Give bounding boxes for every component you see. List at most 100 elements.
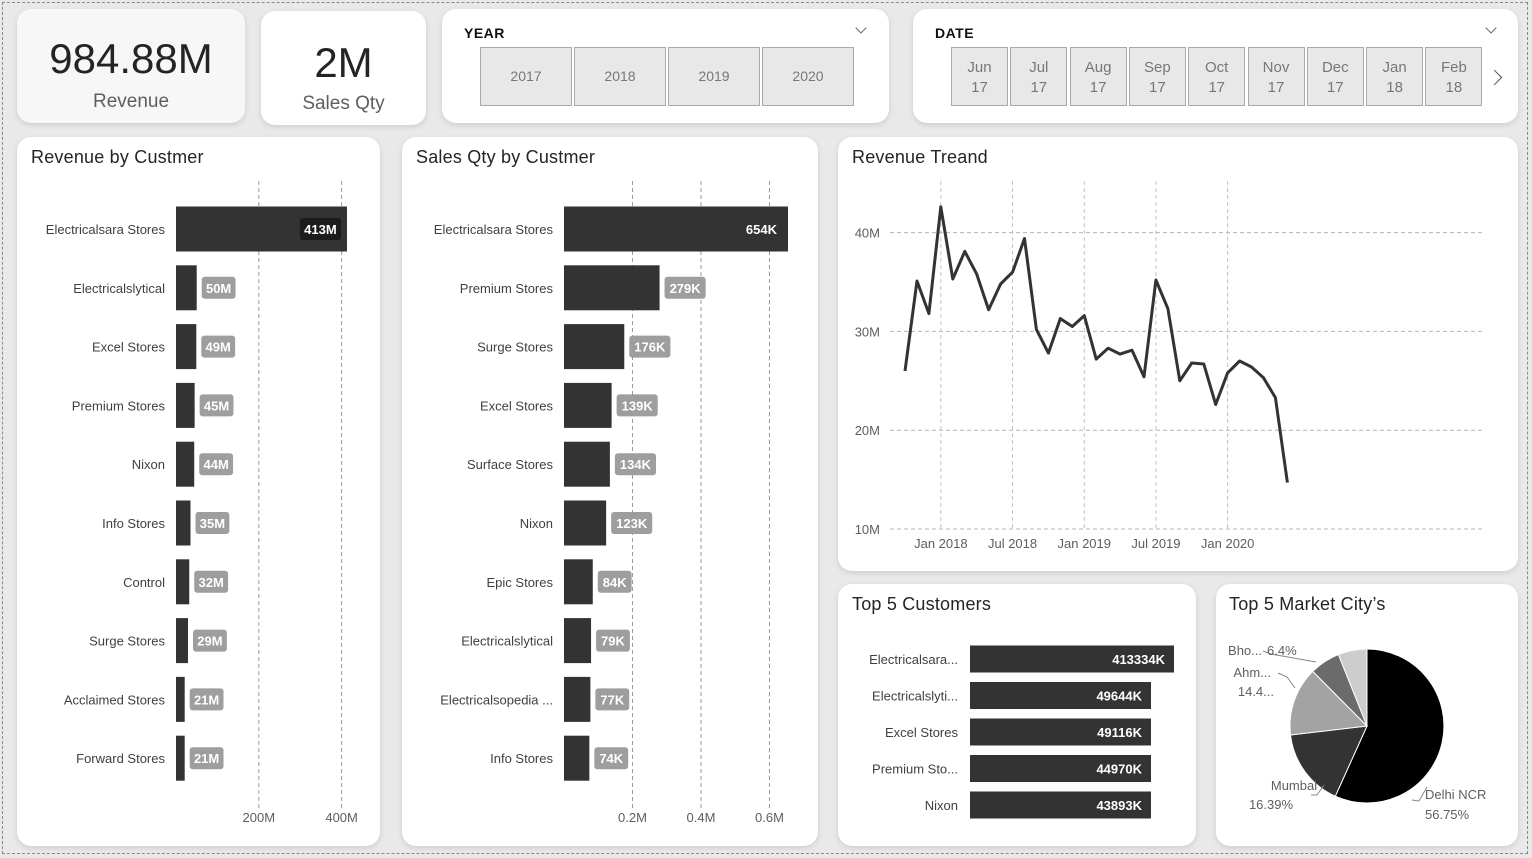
- year-option-2020[interactable]: 2020: [762, 47, 854, 106]
- x-tick-label: Jan 2020: [1201, 536, 1255, 551]
- date-slicer-title: DATE: [935, 25, 975, 41]
- y-tick-label: 10M: [855, 522, 880, 537]
- category-label: Nixon: [925, 798, 958, 813]
- date-option[interactable]: Jan 18: [1366, 47, 1424, 106]
- date-option[interactable]: Feb 18: [1425, 47, 1483, 106]
- year-slicer-title: YEAR: [464, 25, 505, 41]
- top5-customers-chart: Electricalsara... 413334K Electricalslyti.…: [869, 645, 1174, 819]
- data-label: 29M: [197, 634, 222, 649]
- x-tick-label: Jul 2019: [1131, 536, 1180, 551]
- bar: [564, 500, 607, 546]
- bar: [176, 559, 190, 605]
- date-option[interactable]: Sep 17: [1128, 47, 1186, 106]
- bar: [176, 618, 189, 664]
- x-tick-label: 200M: [243, 810, 276, 825]
- chevron-down-icon[interactable]: [1485, 22, 1497, 34]
- bar: [564, 265, 660, 311]
- date-option[interactable]: Dec 17: [1306, 47, 1364, 106]
- sales-qty-by-customer-card[interactable]: Sales Qty by Custmer 0.2M 0.4M 0.6M Electri…: [402, 137, 818, 846]
- top5-customers-card[interactable]: Top 5 Customers Electricalsara... 413334K…: [838, 584, 1196, 846]
- category-label: Info Stores: [490, 751, 553, 766]
- pie-label: 56.75%: [1425, 807, 1470, 822]
- year-option-2018[interactable]: 2018: [574, 47, 666, 106]
- date-option-year: 17: [1326, 79, 1344, 96]
- top5-market-city-card[interactable]: Top 5 Market City’s Delhi NCR 56.75% Mumba…: [1216, 584, 1518, 846]
- category-label: Electricalsara Stores: [434, 222, 554, 237]
- date-option[interactable]: Oct 17: [1188, 47, 1246, 106]
- kpi-revenue-value: 984.88M: [49, 35, 213, 82]
- category-label: Premium Stores: [72, 398, 166, 413]
- revenue-by-customer-chart: 200M 400M Electricalsara Stores 413M Electri…: [46, 181, 358, 825]
- pie-label: Mumbai: [1271, 778, 1317, 793]
- data-label: 45M: [204, 398, 229, 413]
- bar: [176, 500, 191, 546]
- revenue-trend-chart: 10M 20M 30M 40M Jan 2018 Jul 2018 Jan 2019 Jul …: [855, 181, 1483, 551]
- leader-line: [1277, 672, 1296, 689]
- date-option-year: 17: [971, 79, 988, 96]
- category-label: Nixon: [520, 516, 553, 531]
- category-label: Electricalsara Stores: [46, 222, 166, 237]
- date-option-year: 17: [1149, 79, 1166, 96]
- date-option[interactable]: Nov 17: [1247, 47, 1305, 106]
- data-label: 79K: [601, 634, 625, 649]
- bar: [564, 676, 591, 722]
- date-option-year: 17: [1030, 79, 1048, 96]
- bar: [176, 265, 197, 311]
- bar: [564, 735, 590, 781]
- category-label: Excel Stores: [885, 725, 958, 740]
- bar: [564, 382, 612, 428]
- date-option-month: Aug: [1084, 59, 1112, 76]
- date-option-month: Sep: [1144, 59, 1171, 76]
- data-label: 176K: [634, 340, 666, 355]
- bar: [176, 735, 185, 781]
- top5-market-city-chart: Delhi NCR 56.75% Mumbai 16.39% Ahm... 14.4...…: [1228, 643, 1486, 822]
- category-label: Electricalslytical: [461, 634, 553, 649]
- kpi-sales-qty-label: Sales Qty: [302, 93, 385, 114]
- y-tick-label: 40M: [855, 226, 880, 241]
- category-label: Premium Sto...: [872, 762, 958, 777]
- category-label: Acclaimed Stores: [64, 692, 166, 707]
- category-label: Excel Stores: [480, 398, 553, 413]
- x-tick-label: 400M: [325, 810, 358, 825]
- revenue-trend-card[interactable]: Revenue Treand 10M 20M 30M 40M Jan 2018 Jul 2…: [838, 137, 1518, 571]
- date-option-year: 18: [1386, 79, 1403, 96]
- x-tick-label: 0.6M: [755, 810, 784, 825]
- category-label: Surge Stores: [477, 340, 553, 355]
- date-option-month: Feb: [1440, 59, 1467, 76]
- bar: [564, 324, 625, 370]
- year-option-2017[interactable]: 2017: [480, 47, 572, 106]
- year-slicer[interactable]: YEAR 2017 2018 2019 2020: [442, 9, 889, 123]
- pie-label: 14.4...: [1238, 684, 1274, 699]
- data-label: 413M: [304, 222, 337, 237]
- pie-label: Bho...: [1228, 643, 1262, 658]
- y-tick-label: 30M: [855, 324, 880, 339]
- date-option[interactable]: Jun 17: [951, 47, 1008, 106]
- bar: [564, 441, 610, 487]
- date-option-year: 17: [1089, 79, 1107, 96]
- revenue-by-customer-card[interactable]: Revenue by Custmer 200M 400M Electricalsar…: [17, 137, 380, 846]
- kpi-card-revenue[interactable]: 984.88M Revenue: [17, 9, 245, 123]
- bar: [564, 559, 593, 605]
- data-label: 43893K: [1096, 798, 1142, 813]
- date-option-month: Dec: [1321, 59, 1349, 76]
- data-label: 123K: [616, 516, 648, 531]
- kpi-card-sales-qty[interactable]: 2M Sales Qty: [261, 11, 426, 125]
- pie-label: Delhi NCR: [1425, 787, 1486, 802]
- year-option-2019[interactable]: 2019: [668, 47, 760, 106]
- chevron-down-icon[interactable]: [855, 22, 867, 34]
- data-label: 139K: [622, 398, 654, 413]
- date-option[interactable]: Aug 17: [1069, 47, 1127, 106]
- bar: [176, 382, 195, 428]
- data-label: 32M: [199, 575, 224, 590]
- chevron-right-icon[interactable]: [1486, 69, 1503, 86]
- data-label: 44M: [203, 457, 228, 472]
- date-option[interactable]: Jul 17: [1010, 47, 1068, 106]
- category-label: Epic Stores: [487, 575, 554, 590]
- date-option-month: Nov: [1262, 59, 1290, 76]
- pie-label: 16.39%: [1249, 797, 1294, 812]
- data-label: 21M: [194, 751, 219, 766]
- kpi-revenue-label: Revenue: [92, 91, 170, 112]
- category-label: Surge Stores: [89, 634, 165, 649]
- category-label: Nixon: [132, 457, 165, 472]
- date-slicer[interactable]: DATE Jun 17 Jul 17 Aug 17 Sep 17 Oct 17 Nov 17 Dec 17…: [913, 9, 1518, 123]
